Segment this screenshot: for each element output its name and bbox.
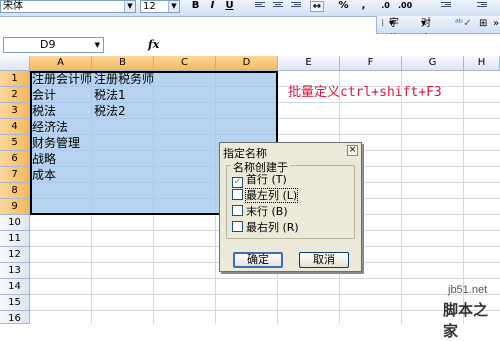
percent-button[interactable]: % <box>338 0 349 13</box>
font-size-value: 12 <box>143 1 156 12</box>
increase-decimal-icon[interactable]: .0 <box>380 0 391 13</box>
insert-function-button[interactable]: fx <box>148 38 159 51</box>
cell-a2[interactable]: 会计 <box>30 87 56 103</box>
font-name-value: 宋体 <box>3 1 23 12</box>
cancel-button[interactable]: 取消 <box>299 252 349 268</box>
row-header-16[interactable]: 16 <box>0 311 30 324</box>
row-header-12[interactable]: 12 <box>0 247 30 263</box>
checkbox-icon[interactable] <box>232 189 243 200</box>
cell-a3[interactable]: 税法 <box>30 103 56 119</box>
italic-button[interactable]: I <box>207 0 218 13</box>
row-header-14[interactable]: 14 <box>0 279 30 295</box>
row-header-2[interactable]: 2 <box>0 87 30 103</box>
column-header-e[interactable]: E <box>278 56 340 71</box>
row-header-10[interactable]: 10 <box>0 215 30 231</box>
create-names-dialog: 指定名称 × 名称创建于 ✓ 首行 (T) 最左列 (L) 末行 (B) 最右列 … <box>219 142 362 272</box>
right-column-option[interactable]: 最右列 (R) <box>232 221 299 235</box>
close-icon[interactable]: × <box>347 145 358 156</box>
row-header-15[interactable]: 15 <box>0 295 30 311</box>
ok-button[interactable]: 确定 <box>233 252 283 268</box>
shortcut-annotation: 批量定义ctrl+shift+F3 <box>288 85 442 100</box>
option-label: 首行 (T) <box>246 173 287 186</box>
bottom-row-option[interactable]: 末行 (B) <box>232 205 288 219</box>
formatting-toolbar: 宋体 ▼ 12 ▼ B I U ↔ % , .0 .00 <box>0 0 500 17</box>
row-header-8[interactable]: 8 <box>0 183 30 199</box>
column-header-f[interactable]: F <box>340 56 402 71</box>
row-header-1[interactable]: 1 <box>0 71 30 87</box>
decrease-indent-icon[interactable] <box>440 1 452 11</box>
chevron-down-icon[interactable]: ▼ <box>124 1 135 12</box>
row-header-9[interactable]: 9 <box>0 199 30 215</box>
option-label: 末行 (B) <box>246 205 288 218</box>
row-header-4[interactable]: 4 <box>0 119 30 135</box>
align-dialog-button[interactable]: 对齐▾ <box>421 16 431 45</box>
font-dialog-button[interactable]: 字体▾ <box>389 16 399 45</box>
column-header-d[interactable]: D <box>216 56 278 71</box>
chevron-down-icon[interactable]: ▼ <box>95 38 100 52</box>
cell-a7[interactable]: 成本 <box>30 167 56 183</box>
top-row-option[interactable]: ✓ 首行 (T) <box>232 173 287 188</box>
cell-b3[interactable]: 税法2 <box>92 103 126 119</box>
row-header-11[interactable]: 11 <box>0 231 30 247</box>
merge-center-icon[interactable]: ↔ <box>310 1 324 12</box>
cell-b1[interactable]: 注册税务师 <box>92 71 154 87</box>
row-header-5[interactable]: 5 <box>0 135 30 151</box>
toolbar-grip-icon: ⁞ <box>381 18 385 29</box>
cell-b2[interactable]: 税法1 <box>92 87 126 103</box>
decrease-decimal-icon[interactable]: .00 <box>398 0 412 13</box>
cell-a4[interactable]: 经济法 <box>30 119 68 135</box>
cell-a1[interactable]: 注册会计师 <box>30 71 92 87</box>
checkbox-icon[interactable] <box>232 205 243 216</box>
checkmark-icon[interactable]: ✓ <box>232 177 243 188</box>
increase-indent-icon[interactable] <box>476 1 488 11</box>
option-label: 最左列 (L) <box>244 188 299 203</box>
row-header-6[interactable]: 6 <box>0 151 30 167</box>
checkbox-icon[interactable] <box>232 221 243 232</box>
options-icon[interactable]: ⊞ <box>479 16 487 32</box>
secondary-toolbar: ⁞ 字体▾ 对齐▾ ᵃᵇ✓ ⊞ » <box>376 16 500 45</box>
cell-a5[interactable]: 财务管理 <box>30 135 80 151</box>
column-header-g[interactable]: G <box>402 56 464 71</box>
column-header-h[interactable]: H <box>464 56 500 71</box>
font-size-combo[interactable]: 12 ▼ <box>140 0 180 13</box>
column-header-c[interactable]: C <box>154 56 216 71</box>
chevron-down-icon[interactable]: ▼ <box>168 1 179 12</box>
align-right-icon[interactable] <box>290 1 302 11</box>
font-name-combo[interactable]: 宋体 ▼ <box>0 0 136 13</box>
column-header-a[interactable]: A <box>30 56 92 71</box>
row-header-13[interactable]: 13 <box>0 263 30 279</box>
name-box-value: D9 <box>40 38 56 51</box>
formula-bar: D9 ▼ fx <box>0 34 500 57</box>
select-all-corner[interactable] <box>0 56 30 71</box>
spelling-icon[interactable]: ᵃᵇ✓ <box>455 16 472 32</box>
toolbar-options-icon[interactable]: » <box>493 16 499 32</box>
align-left-icon[interactable] <box>254 1 266 11</box>
cell-a6[interactable]: 战略 <box>30 151 56 167</box>
comma-style-button[interactable]: , <box>358 0 369 13</box>
row-header-7[interactable]: 7 <box>0 167 30 183</box>
left-column-option[interactable]: 最左列 (L) <box>232 188 299 203</box>
create-from-group: 名称创建于 ✓ 首行 (T) 最左列 (L) 末行 (B) 最右列 (R) <box>226 159 355 239</box>
column-header-b[interactable]: B <box>92 56 154 71</box>
align-center-icon[interactable] <box>272 1 284 11</box>
bold-button[interactable]: B <box>190 0 201 13</box>
row-header-3[interactable]: 3 <box>0 103 30 119</box>
name-box[interactable]: D9 ▼ <box>3 37 104 53</box>
watermark-site: jb51.net <box>448 284 488 296</box>
underline-button[interactable]: U <box>224 0 235 13</box>
option-label: 最右列 (R) <box>246 221 299 234</box>
watermark-name: 脚本之家 <box>443 301 489 340</box>
